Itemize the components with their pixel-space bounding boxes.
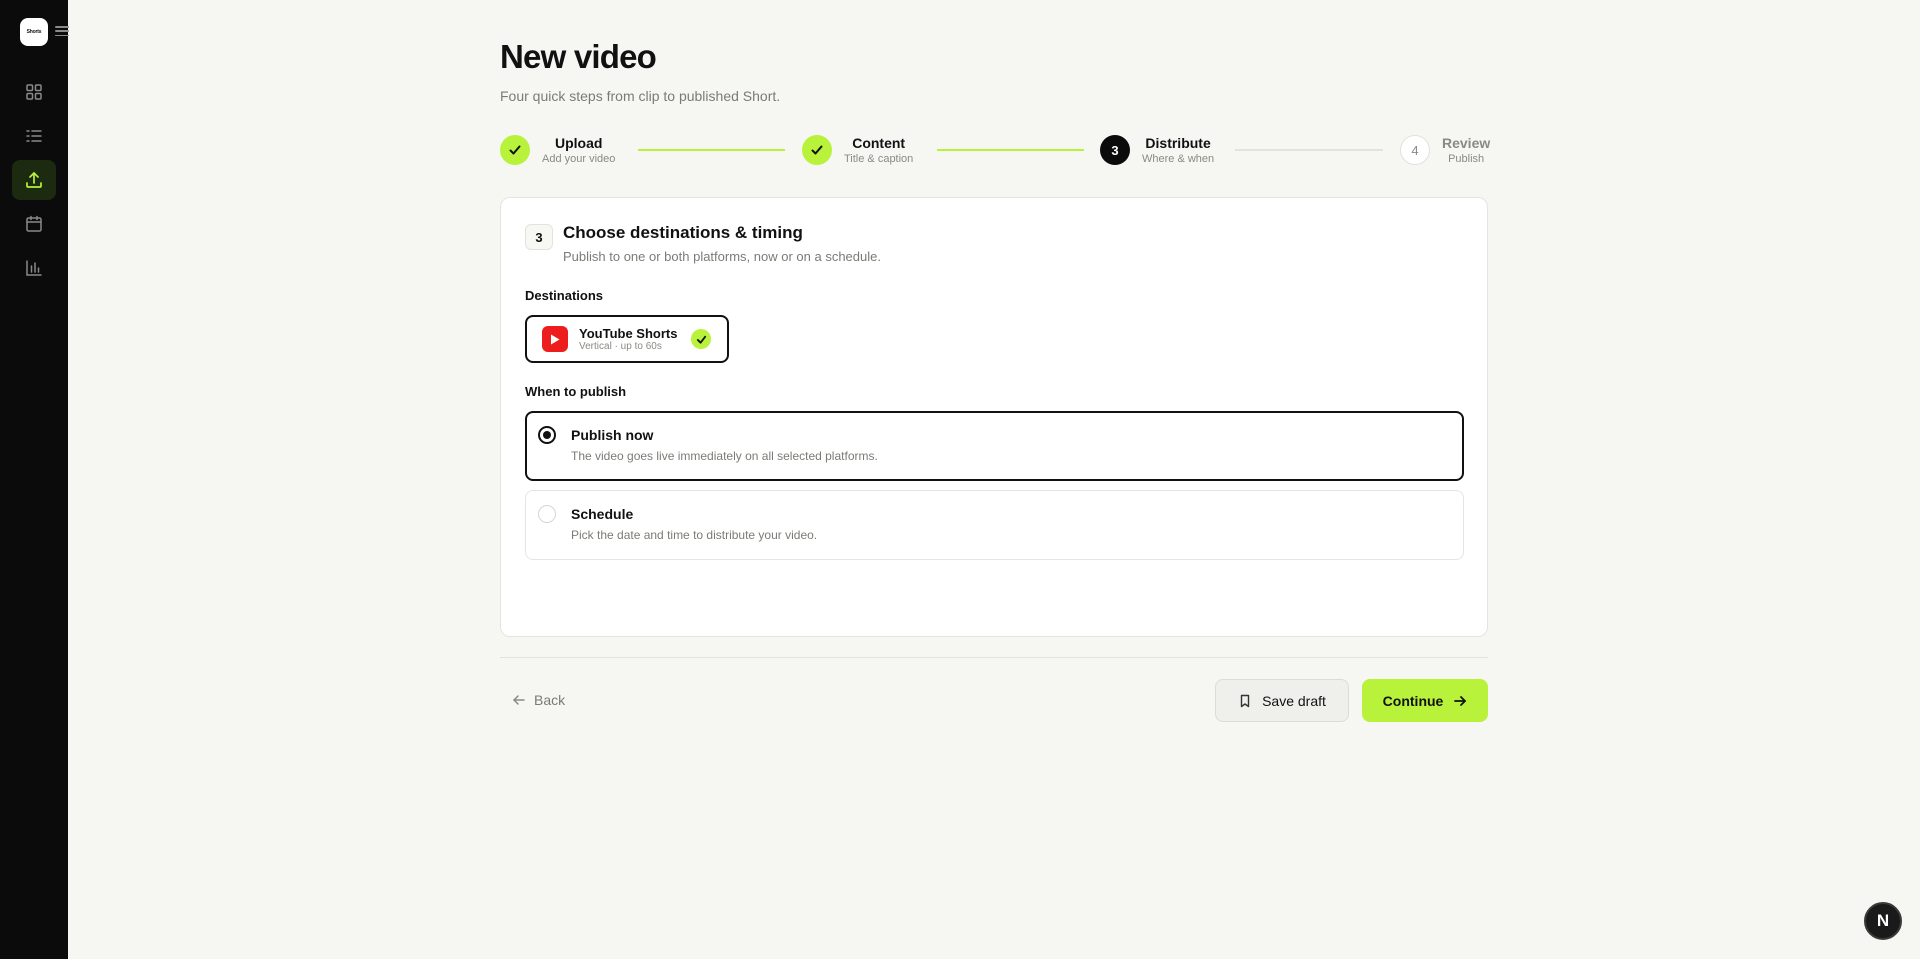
sidebar: Shorts [0,0,69,959]
continue-label: Continue [1382,692,1444,709]
step-label: Content [852,135,906,151]
card-title: Choose destinations & timing [563,223,803,242]
step-label: Distribute [1145,135,1211,151]
logo-text: Shorts [26,29,42,35]
option-title: Schedule [571,506,634,522]
app-logo[interactable]: Shorts [20,18,48,46]
grid-icon [26,84,42,100]
menu-toggle-icon[interactable] [55,24,69,38]
radio-unselected[interactable] [538,505,556,523]
back-button[interactable]: Back [512,688,565,712]
step-review[interactable]: 4 Review Publish [1400,134,1490,166]
check-icon [500,135,530,165]
option-publish-now[interactable]: Publish now The video goes live immediat… [525,411,1464,481]
check-icon [802,135,832,165]
save-draft-label: Save draft [1262,692,1326,709]
step-label: Review [1442,135,1491,151]
step-sublabel: Publish [1448,153,1485,165]
arrow-left-icon [513,695,525,705]
step-connector [638,149,785,151]
card-subtitle: Publish to one or both platforms, now or… [563,249,881,264]
option-title: Publish now [571,427,654,443]
step-number: 4 [1400,135,1430,165]
step-sublabel: Where & when [1142,153,1215,165]
destination-meta: Vertical · up to 60s [579,340,662,352]
step-upload[interactable]: Upload Add your video [500,134,615,166]
destination-youtube-shorts[interactable]: YouTube Shorts Vertical · up to 60s [525,315,729,363]
stepper: Upload Add your video Content Title & ca… [500,134,1490,170]
page-subtitle: Four quick steps from clip to published … [500,88,781,104]
sidebar-nav [12,72,56,292]
when-to-publish-label: When to publish [525,384,627,399]
youtube-icon [542,326,568,352]
sidebar-item-calendar[interactable] [12,204,56,244]
step-sublabel: Title & caption [844,153,914,165]
radio-selected[interactable] [538,426,556,444]
step-distribute[interactable]: 3 Distribute Where & when [1100,134,1214,166]
step-content[interactable]: Content Title & caption [802,134,913,166]
option-description: The video goes live immediately on all s… [571,449,878,463]
continue-button[interactable]: Continue [1362,679,1488,722]
step-number: 3 [1100,135,1130,165]
save-draft-button[interactable]: Save draft [1215,679,1349,722]
footer-divider [500,657,1488,658]
step-label: Upload [554,135,603,151]
upload-icon [26,172,42,188]
page-title: New video [500,38,657,75]
sidebar-item-analytics[interactable] [12,248,56,288]
list-icon [26,130,42,142]
card-step-number: 3 [525,224,553,250]
sidebar-item-dashboard[interactable] [12,72,56,112]
bar-chart-icon [26,260,42,276]
user-avatar-button[interactable]: N [1864,902,1902,940]
step-sublabel: Add your video [542,153,616,165]
check-icon [691,329,711,349]
option-description: Pick the date and time to distribute you… [571,528,818,542]
arrow-right-icon [1454,695,1467,706]
step-connector [1235,149,1383,151]
destination-name: YouTube Shorts [579,325,678,341]
destinations-label: Destinations [525,288,604,303]
calendar-icon [26,215,42,232]
step-connector [937,149,1084,151]
sidebar-item-upload[interactable] [12,160,56,200]
bookmark-icon [1240,694,1250,707]
option-schedule[interactable]: Schedule Pick the date and time to distr… [525,490,1464,560]
sidebar-item-videos[interactable] [12,116,56,156]
back-label: Back [534,692,566,708]
distribute-card: 3 Choose destinations & timing Publish t… [500,197,1488,637]
